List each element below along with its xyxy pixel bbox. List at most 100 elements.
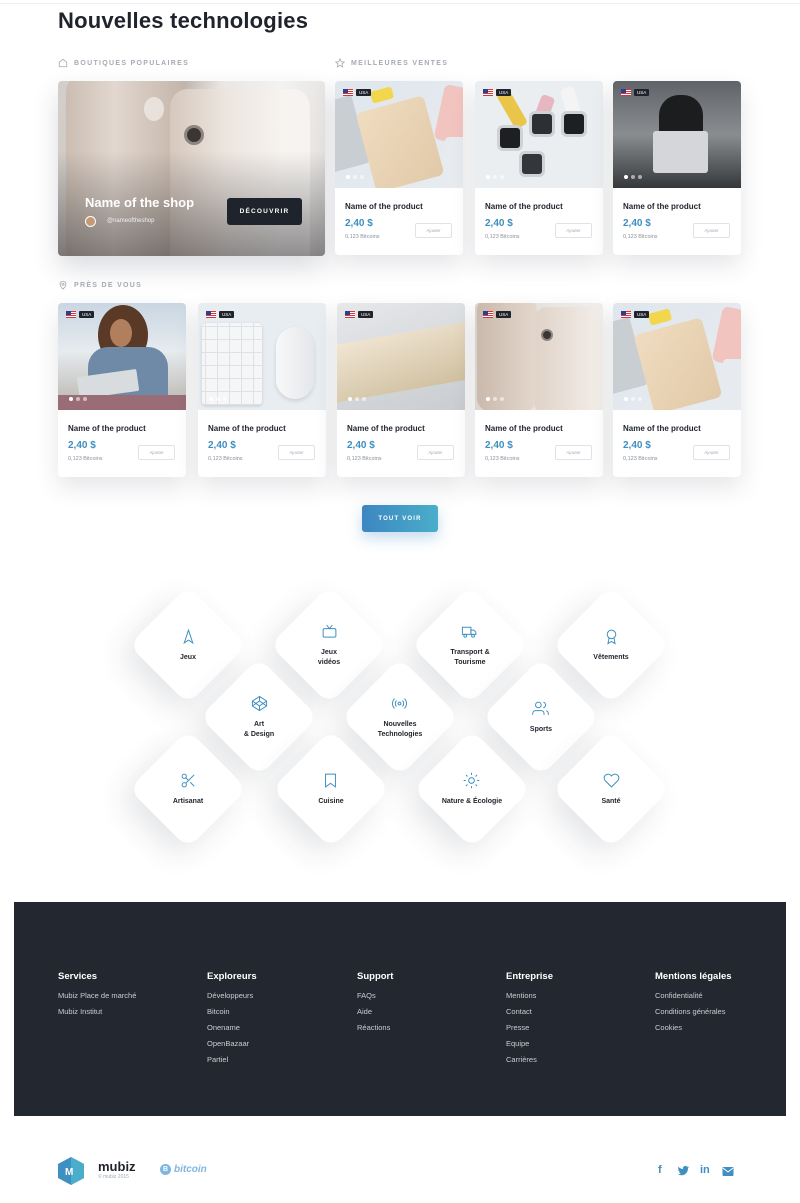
product-image[interactable] — [58, 303, 186, 410]
product-price: 2,40 $ — [68, 440, 96, 451]
product-card[interactable]: USA Name of the product 2,40 $ 0,123 Bit… — [475, 303, 603, 477]
footer-link[interactable]: Réactions — [357, 1020, 393, 1036]
category-tile[interactable]: Nature & Écologie — [412, 729, 532, 849]
add-button[interactable]: Ajouter — [278, 445, 315, 460]
see-all-button[interactable]: TOUT VOIR — [362, 505, 438, 532]
product-price: 2,40 $ — [623, 440, 651, 451]
product-card[interactable]: USA Name of the product 2,40 $ 0,123 Bit… — [337, 303, 465, 477]
carousel-dots[interactable] — [69, 397, 87, 401]
tv-icon — [322, 624, 336, 638]
product-name[interactable]: Name of the product — [208, 424, 286, 433]
footer-link[interactable]: Presse — [506, 1020, 553, 1036]
product-image[interactable] — [475, 303, 603, 410]
carousel-dots[interactable] — [486, 175, 504, 179]
footer-link[interactable]: Mentions — [506, 988, 553, 1004]
footer-link[interactable]: Equipe — [506, 1036, 553, 1052]
product-card[interactable]: USA Name of the product 2,40 $ 0,123 Bit… — [613, 303, 741, 477]
product-name[interactable]: Name of the product — [345, 202, 423, 211]
mubiz-logo[interactable]: M — [58, 1157, 84, 1185]
carousel-dots[interactable] — [209, 397, 227, 401]
footer-link[interactable]: Bitcoin — [207, 1004, 257, 1020]
scissors-icon — [181, 773, 195, 788]
carousel-dots[interactable] — [346, 175, 364, 179]
bitcoin-logo[interactable]: Bbitcoin — [160, 1164, 207, 1175]
category-tile[interactable]: Artisanat — [128, 729, 248, 849]
footer-link[interactable]: Cookies — [655, 1020, 732, 1036]
product-name[interactable]: Name of the product — [485, 202, 563, 211]
us-flag-icon — [343, 89, 353, 96]
facebook-icon[interactable]: f — [658, 1164, 662, 1176]
add-button[interactable]: Ajouter — [415, 223, 452, 238]
us-flag-icon — [483, 311, 493, 318]
footer-link[interactable]: Onename — [207, 1020, 257, 1036]
carousel-dots[interactable] — [348, 397, 366, 401]
product-card[interactable]: USA Name of the product 2,40 $ 0,123 Bit… — [475, 81, 603, 255]
us-flag-icon — [206, 311, 216, 318]
footer-column-title: Services — [58, 971, 98, 982]
navigation-icon — [182, 628, 194, 644]
product-price: 2,40 $ — [347, 440, 375, 451]
product-btc-price: 0,123 Bitcoins — [68, 456, 103, 462]
footer-link[interactable]: Mubiz Place de marché — [58, 988, 136, 1004]
product-card[interactable]: USA Name of the product 2,40 $ 0,123 Bit… — [335, 81, 463, 255]
truck-icon — [462, 626, 477, 638]
add-button[interactable]: Ajouter — [138, 445, 175, 460]
linkedin-icon[interactable]: in — [700, 1164, 710, 1176]
footer-link[interactable]: Partiel — [207, 1052, 257, 1068]
featured-shop-card[interactable]: Name of the shop @nameoftheshop DÉCOUVRI… — [58, 81, 325, 256]
product-name[interactable]: Name of the product — [623, 424, 701, 433]
footer-link[interactable]: Conditions générales — [655, 1004, 732, 1020]
product-name[interactable]: Name of the product — [347, 424, 425, 433]
product-image[interactable] — [475, 81, 603, 188]
product-btc-price: 0,123 Bitcoins — [623, 456, 658, 462]
product-image[interactable] — [198, 303, 326, 410]
footer-link[interactable]: Aide — [357, 1004, 393, 1020]
product-image[interactable] — [613, 303, 741, 410]
twitter-icon[interactable] — [677, 1165, 690, 1177]
footer-link[interactable]: FAQs — [357, 988, 393, 1004]
country-flag: USA — [66, 311, 95, 318]
product-name[interactable]: Name of the product — [68, 424, 146, 433]
product-card[interactable]: USA Name of the product 2,40 $ 0,123 Bit… — [58, 303, 186, 477]
category-label: Sports — [529, 725, 553, 733]
footer-link[interactable]: Mubiz Institut — [58, 1004, 136, 1020]
bookmark-icon — [325, 773, 337, 788]
footer-link[interactable]: OpenBazaar — [207, 1036, 257, 1052]
product-card[interactable]: USA Name of the product 2,40 $ 0,123 Bit… — [613, 81, 741, 255]
footer-link[interactable]: Carrières — [506, 1052, 553, 1068]
users-icon — [532, 701, 550, 715]
product-btc-price: 0,123 Bitcoins — [623, 234, 658, 240]
country-flag: USA — [483, 89, 512, 96]
product-image[interactable] — [613, 81, 741, 188]
footer-link[interactable]: Développeurs — [207, 988, 257, 1004]
footer-link[interactable]: Confidentialité — [655, 988, 732, 1004]
footer-link[interactable]: Contact — [506, 1004, 553, 1020]
product-image[interactable] — [335, 81, 463, 188]
carousel-dots[interactable] — [624, 397, 642, 401]
avatar — [85, 216, 96, 227]
country-flag: USA — [343, 89, 372, 96]
discover-button[interactable]: DÉCOUVRIR — [227, 198, 302, 225]
product-name[interactable]: Name of the product — [485, 424, 563, 433]
category-label: Jeux vidéos — [317, 649, 341, 666]
mail-icon[interactable] — [722, 1166, 734, 1177]
product-image[interactable] — [337, 303, 465, 410]
product-btc-price: 0,123 Bitcoins — [347, 456, 382, 462]
award-icon — [606, 629, 616, 645]
product-card[interactable]: USA Name of the product 2,40 $ 0,123 Bit… — [198, 303, 326, 477]
footer-column-title: Exploreurs — [207, 971, 257, 982]
category-tile[interactable]: Cuisine — [271, 729, 391, 849]
brand-name: mubiz — [98, 1159, 136, 1174]
product-name[interactable]: Name of the product — [623, 202, 701, 211]
carousel-dots[interactable] — [624, 175, 642, 179]
carousel-dots[interactable] — [486, 397, 504, 401]
category-tile[interactable]: Santé — [551, 729, 671, 849]
section-best-sellers: MEILLEURES VENTES — [335, 58, 448, 68]
add-button[interactable]: Ajouter — [555, 223, 592, 238]
home-icon — [58, 58, 68, 68]
add-button[interactable]: Ajouter — [693, 223, 730, 238]
country-flag: USA — [206, 311, 235, 318]
add-button[interactable]: Ajouter — [555, 445, 592, 460]
add-button[interactable]: Ajouter — [693, 445, 730, 460]
add-button[interactable]: Ajouter — [417, 445, 454, 460]
